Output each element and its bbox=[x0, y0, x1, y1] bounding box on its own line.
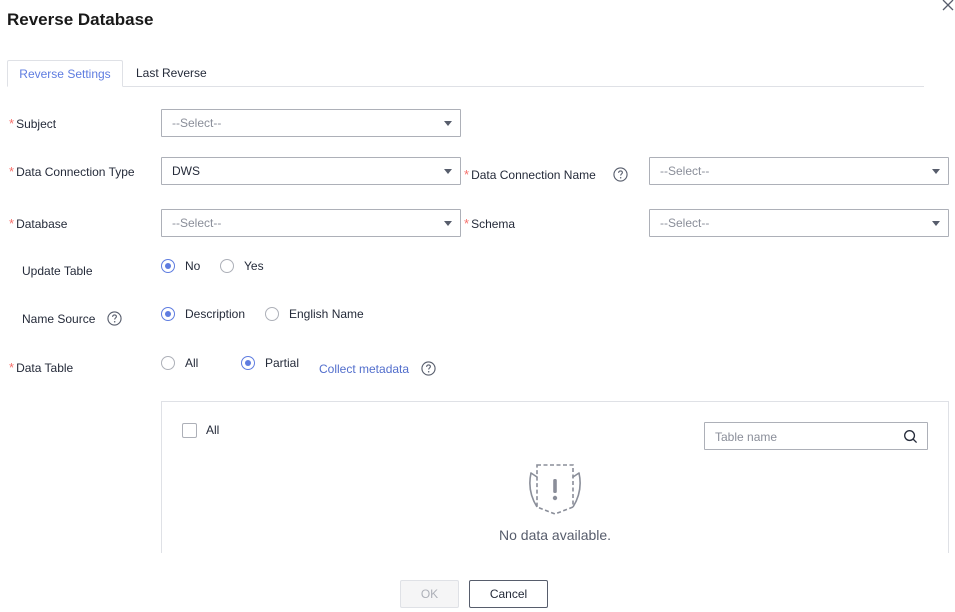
update-table-no-radio[interactable] bbox=[161, 259, 175, 273]
close-icon[interactable] bbox=[940, 0, 955, 13]
data-connection-name-select[interactable]: --Select-- bbox=[649, 157, 949, 185]
select-all-checkbox[interactable] bbox=[182, 423, 197, 438]
update-table-label: Update Table bbox=[22, 264, 93, 278]
required-mark: * bbox=[9, 116, 15, 131]
update-table-no-label: No bbox=[185, 259, 201, 273]
required-mark: * bbox=[9, 164, 15, 179]
table-name-search-input[interactable]: Table name bbox=[704, 422, 928, 450]
update-table-yes-radio[interactable] bbox=[220, 259, 234, 273]
update-table-yes-label: Yes bbox=[244, 259, 264, 273]
subject-label: * Subject bbox=[9, 116, 57, 131]
tab-reverse-settings[interactable]: Reverse Settings bbox=[7, 60, 123, 87]
name-source-english-label: English Name bbox=[289, 307, 364, 321]
help-icon[interactable] bbox=[107, 311, 122, 326]
name-source-description-radio[interactable] bbox=[161, 307, 175, 321]
chevron-down-icon bbox=[932, 221, 940, 226]
data-table-partial-radio[interactable] bbox=[241, 356, 255, 370]
chevron-down-icon bbox=[444, 121, 452, 126]
subject-select[interactable]: --Select-- bbox=[161, 109, 461, 137]
data-connection-name-label: * Data Connection Name bbox=[464, 167, 596, 182]
chevron-down-icon bbox=[444, 169, 452, 174]
chevron-down-icon bbox=[444, 221, 452, 226]
cancel-button[interactable]: Cancel bbox=[469, 580, 548, 608]
data-table-label: * Data Table bbox=[9, 360, 74, 375]
data-connection-type-label: * Data Connection Type bbox=[9, 164, 135, 179]
database-label: * Database bbox=[9, 216, 68, 231]
required-mark: * bbox=[9, 360, 15, 375]
name-source-description-label: Description bbox=[185, 307, 246, 321]
schema-select[interactable]: --Select-- bbox=[649, 209, 949, 237]
help-icon[interactable] bbox=[613, 167, 628, 182]
name-source-label: Name Source bbox=[22, 312, 96, 326]
data-connection-type-select[interactable]: DWS bbox=[161, 157, 461, 185]
data-table-all-radio[interactable] bbox=[161, 356, 175, 370]
collect-metadata-link[interactable]: Collect metadata bbox=[319, 362, 409, 376]
select-all-label: All bbox=[206, 423, 220, 437]
required-mark: * bbox=[464, 167, 470, 182]
no-data-message: No data available. bbox=[499, 527, 612, 543]
data-table-partial-label: Partial bbox=[265, 356, 300, 370]
required-mark: * bbox=[9, 216, 15, 231]
required-mark: * bbox=[464, 216, 470, 231]
database-select[interactable]: --Select-- bbox=[161, 209, 461, 237]
data-table-all-label: All bbox=[185, 356, 199, 370]
name-source-english-radio[interactable] bbox=[265, 307, 279, 321]
dialog-title: Reverse Database bbox=[7, 10, 154, 29]
help-icon[interactable] bbox=[421, 361, 436, 376]
schema-label: * Schema bbox=[464, 216, 516, 231]
empty-state-icon bbox=[529, 464, 581, 515]
search-icon[interactable] bbox=[903, 429, 918, 444]
chevron-down-icon bbox=[932, 169, 940, 174]
tab-last-reverse[interactable]: Last Reverse bbox=[136, 60, 207, 87]
ok-button[interactable]: OK bbox=[400, 580, 459, 608]
